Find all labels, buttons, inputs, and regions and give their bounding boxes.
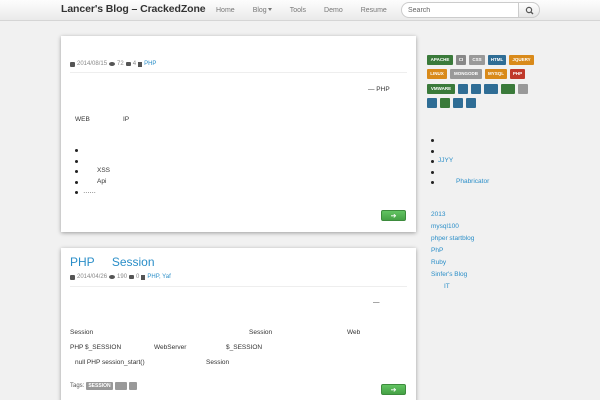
post-meta: 2014/04/26 190 0 PHP, Yaf	[70, 274, 171, 280]
comment-icon	[129, 275, 135, 279]
tag-pill[interactable]: SESSION	[86, 382, 113, 390]
list-item	[75, 157, 110, 168]
tag-item[interactable]	[518, 84, 528, 94]
list-item: Api	[75, 178, 110, 189]
sidebar-link[interactable]: phper startblog	[431, 235, 474, 247]
list-item[interactable]	[431, 147, 489, 158]
tag-item[interactable]	[453, 98, 463, 108]
post-text: PHP $_SESSION	[70, 344, 122, 351]
post-text: Session	[249, 329, 273, 336]
nav-blog-label: Blog	[252, 7, 267, 14]
sidebar-link[interactable]: mysql100	[431, 223, 474, 235]
tag-php[interactable]: PHP	[510, 69, 525, 79]
tag-item[interactable]	[458, 84, 468, 94]
tags-label: Tags:	[70, 383, 85, 389]
site-brand[interactable]: Lancer's Blog – CrackedZone	[61, 3, 206, 15]
flag-icon	[138, 61, 143, 67]
sidebar-link[interactable]: IT	[431, 283, 474, 295]
nav-tools[interactable]: Tools	[281, 0, 315, 21]
post-text: Session	[70, 329, 94, 336]
post-text: Web	[347, 329, 361, 336]
search-button[interactable]	[518, 2, 540, 18]
tag-item[interactable]	[427, 98, 437, 108]
read-more-button[interactable]: ➔	[381, 210, 406, 221]
top-navbar: Lancer's Blog – CrackedZone Home Blog To…	[0, 0, 600, 21]
post-meta: 2014/08/15 72 4 PHP	[70, 61, 156, 67]
post-title-part: Session	[111, 255, 155, 269]
post-category[interactable]: PHP	[144, 61, 156, 67]
calendar-icon	[70, 61, 75, 67]
post-date: 2014/04/26	[77, 274, 108, 280]
post-card: PHP Session 2014/04/26 190 0 PHP, Yaf — …	[61, 248, 416, 400]
search-input[interactable]	[408, 5, 518, 15]
post-text: WEB	[75, 116, 90, 123]
post-text: —	[373, 299, 380, 306]
post-views: 72	[117, 61, 124, 67]
divider	[70, 72, 407, 73]
sidebar-link[interactable]: Ruby	[431, 259, 474, 271]
list-item: ……	[75, 188, 110, 199]
divider	[70, 286, 407, 287]
list-item	[75, 146, 110, 157]
tag-vmware[interactable]: VMWARE	[427, 84, 455, 94]
post-comments: 0	[136, 274, 140, 280]
tag-mongodb[interactable]: MONGODB	[450, 69, 482, 79]
post-text: IP	[123, 116, 130, 123]
tag-item[interactable]	[471, 84, 481, 94]
sidebar-links: 2013 mysql100 phper startblog PhP Ruby S…	[431, 211, 474, 295]
list-item[interactable]: Phabricator	[431, 178, 489, 189]
nav-demo[interactable]: Demo	[315, 0, 352, 21]
tag-html[interactable]: HTML	[488, 55, 506, 65]
calendar-icon	[70, 274, 75, 280]
read-more-button[interactable]: ➔	[381, 384, 406, 395]
post-text: Session	[206, 359, 230, 366]
sidebar-link[interactable]: Sinfer's Blog	[431, 271, 474, 283]
comment-icon	[125, 62, 131, 66]
post-text: null PHP session_start()	[75, 359, 145, 366]
tag-item[interactable]	[466, 98, 476, 108]
post-views: 190	[117, 274, 128, 280]
nav-links: Home Blog Tools Demo Resume	[207, 0, 396, 21]
nav-resume[interactable]: Resume	[352, 0, 396, 21]
tag-apache[interactable]: APACHE	[427, 55, 453, 65]
tag-jquery[interactable]: JQUERY	[509, 55, 534, 65]
post-text: $_SESSION	[226, 344, 263, 351]
tag-item[interactable]	[501, 84, 515, 94]
eye-icon	[109, 275, 116, 279]
sidebar-link[interactable]: PhP	[431, 247, 474, 259]
tag-item[interactable]	[440, 98, 450, 108]
nav-home[interactable]: Home	[207, 0, 244, 21]
sidebar-link[interactable]: 2013	[431, 211, 474, 223]
search-box	[401, 2, 540, 18]
tag-item[interactable]	[484, 84, 498, 94]
tag-linux[interactable]: LINUX	[427, 69, 447, 79]
tag-css[interactable]: CSS	[469, 55, 485, 65]
eye-icon	[109, 62, 116, 66]
list-item[interactable]	[431, 168, 489, 179]
post-card: 2014/08/15 72 4 PHP — PHP WEB IP XSS Api…	[61, 36, 416, 232]
list-item: XSS	[75, 167, 110, 178]
post-text: — PHP	[368, 86, 390, 93]
sidebar-recent-list: JJYY Phabricator	[431, 136, 489, 189]
flag-icon	[141, 274, 146, 280]
chevron-down-icon	[267, 8, 272, 11]
post-category[interactable]: PHP, Yaf	[147, 274, 170, 280]
list-item[interactable]	[431, 136, 489, 147]
post-date: 2014/08/15	[77, 61, 108, 67]
post-title[interactable]: PHP Session	[70, 255, 155, 269]
post-comments: 4	[132, 61, 137, 67]
post-tags: Tags: SESSION	[70, 382, 137, 390]
list-item[interactable]: JJYY	[431, 157, 489, 168]
list-item-label: Phabricator	[456, 178, 490, 185]
tag-mysql[interactable]: MYSQL	[485, 69, 507, 79]
post-text: WebServer	[154, 344, 187, 351]
post-title-part: PHP	[70, 255, 95, 269]
post-bullet-list: XSS Api ……	[75, 146, 110, 199]
tag-pill[interactable]	[128, 382, 137, 390]
nav-blog[interactable]: Blog	[244, 0, 281, 21]
search-icon	[525, 6, 534, 15]
tag-pill[interactable]	[114, 382, 127, 390]
tag-ci[interactable]: CI	[456, 55, 466, 65]
